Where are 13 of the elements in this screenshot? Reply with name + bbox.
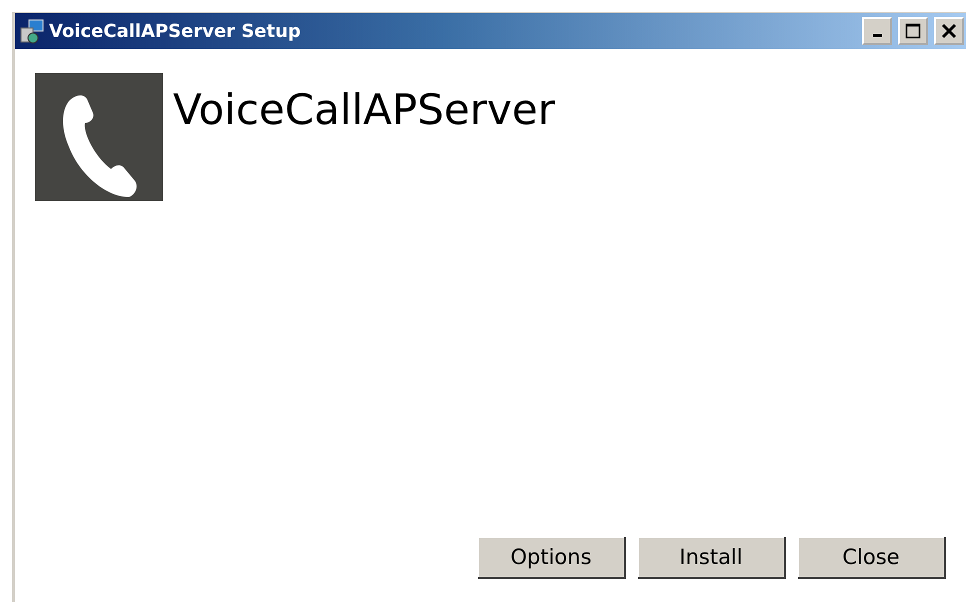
- installer-icon: [19, 18, 45, 44]
- minimize-button[interactable]: [862, 17, 892, 45]
- dialog-button[interactable]: Options: [478, 537, 626, 579]
- dialog-button[interactable]: Install: [638, 537, 786, 579]
- dialog-button[interactable]: Close: [798, 537, 946, 579]
- close-button[interactable]: [934, 17, 964, 45]
- phone-icon: [35, 73, 163, 201]
- maximize-icon: [905, 23, 921, 39]
- minimize-icon: [872, 34, 882, 36]
- product-name: VoiceCallAPServer: [173, 85, 555, 134]
- window-title: VoiceCallAPServer Setup: [49, 20, 302, 42]
- close-icon: [941, 23, 957, 39]
- maximize-button[interactable]: [898, 17, 928, 45]
